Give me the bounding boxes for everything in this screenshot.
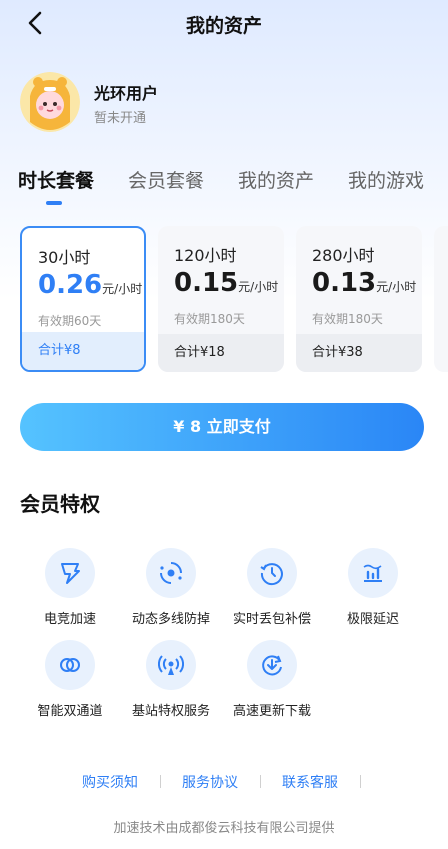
tab-active-indicator (46, 201, 62, 205)
divider (360, 775, 361, 788)
tab-bar: 时长套餐 会员套餐 我的资产 我的游戏 (0, 166, 448, 206)
plan-price-value: 0.13 (312, 268, 377, 298)
plan-validity: 有效期60天 (38, 314, 102, 328)
divider (260, 775, 261, 788)
plan-validity: 有效期180天 (312, 312, 383, 326)
privilege-label: 极限延迟 (346, 612, 399, 627)
tab-duration-plans[interactable]: 时长套餐 (18, 166, 94, 193)
user-profile: 光环用户 暂未开通 (20, 72, 420, 134)
plan-price: 0.26元/小时 (38, 270, 142, 300)
plan-price: 0.15元/小时 (174, 268, 278, 298)
privilege-dual-channel[interactable]: 智能双通道 (20, 640, 120, 720)
plan-validity: 有效期180天 (174, 312, 245, 326)
multiline-icon (146, 548, 196, 598)
privileges-title: 会员特权 (20, 492, 100, 516)
page-title: 我的资产 (185, 15, 262, 37)
plan-price-value: 0.26 (38, 270, 103, 300)
plan-name: 120小时 (174, 246, 237, 265)
plan-card-30h[interactable]: 30小时 0.26元/小时 有效期60天 合计¥8 (20, 226, 146, 372)
plan-price-value: 0.15 (174, 268, 239, 298)
tab-member-plans[interactable]: 会员套餐 (128, 166, 204, 193)
tab-my-assets[interactable]: 我的资产 (238, 166, 314, 193)
history-clock-icon (247, 548, 297, 598)
privilege-packet-loss[interactable]: 实时丢包补偿 (222, 548, 322, 628)
pay-now-button[interactable]: ¥ 8 立即支付 (20, 403, 424, 451)
latency-chart-icon (348, 548, 398, 598)
plan-price-unit: 元/小时 (376, 280, 417, 294)
nav-bar: 我的资产 (0, 0, 448, 46)
footer-links: 购买须知 服务协议 联系客服 (0, 772, 448, 792)
privilege-label: 高速更新下载 (232, 704, 311, 719)
service-agreement-link[interactable]: 服务协议 (182, 772, 238, 792)
privilege-esports-boost[interactable]: 电竞加速 (20, 548, 120, 628)
broadcast-icon (146, 640, 196, 690)
dual-channel-icon (45, 640, 95, 690)
plan-card-280h[interactable]: 280小时 0.13元/小时 有效期180天 合计¥38 (296, 226, 422, 372)
privilege-multiline[interactable]: 动态多线防掉 (121, 548, 221, 628)
plan-price-unit: 元/小时 (102, 282, 143, 296)
plan-card-next-partial[interactable] (434, 226, 448, 372)
plan-total: 合计¥18 (158, 334, 284, 372)
privilege-latency[interactable]: 极限延迟 (323, 548, 423, 628)
provider-text: 加速技术由成都俊云科技有限公司提供 (113, 821, 335, 836)
plan-name: 30小时 (38, 248, 91, 267)
privilege-base-station[interactable]: 基站特权服务 (121, 640, 221, 720)
avatar[interactable] (20, 72, 80, 132)
plan-price: 0.13元/小时 (312, 268, 416, 298)
plan-total: 合计¥38 (296, 334, 422, 372)
plan-carousel[interactable]: 30小时 0.26元/小时 有效期60天 合计¥8 120小时 0.15元/小时… (0, 224, 448, 374)
plan-total: 合计¥8 (22, 332, 144, 370)
contact-support-link[interactable]: 联系客服 (282, 772, 338, 792)
lightning-icon (45, 548, 95, 598)
membership-status: 暂未开通 (94, 111, 147, 126)
plan-name: 280小时 (312, 246, 375, 265)
purchase-notes-link[interactable]: 购买须知 (82, 772, 138, 792)
privilege-fast-download[interactable]: 高速更新下载 (222, 640, 322, 720)
plan-price-unit: 元/小时 (238, 280, 279, 294)
divider (160, 775, 161, 788)
download-refresh-icon (247, 640, 297, 690)
user-name: 光环用户 (94, 84, 159, 103)
plan-card-120h[interactable]: 120小时 0.15元/小时 有效期180天 合计¥18 (158, 226, 284, 372)
privileges-grid: 电竞加速 动态多线防掉 实时丢包补偿 极限延迟 智能双通道 基站特权服务 高速更… (0, 548, 448, 728)
tab-my-games[interactable]: 我的游戏 (348, 166, 424, 193)
